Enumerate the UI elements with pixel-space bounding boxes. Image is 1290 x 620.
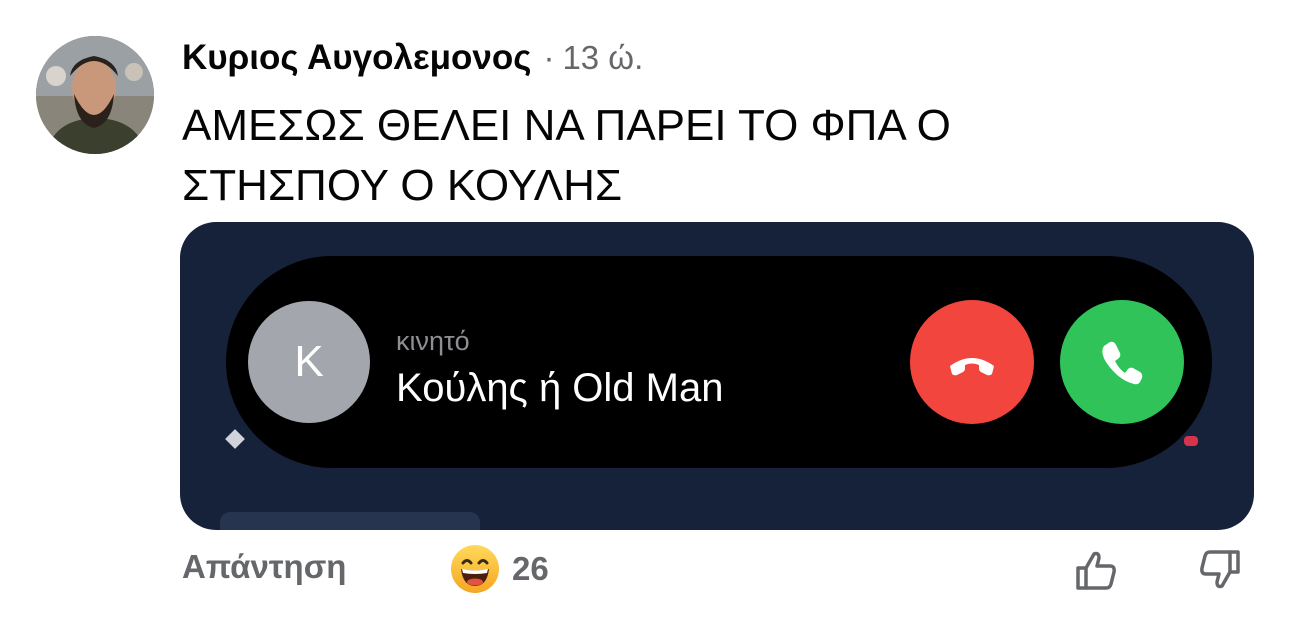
caller-type-label: κινητό	[396, 326, 470, 356]
comment-text-line: ΑΜΕΣΩΣ ΘΕΛΕΙ ΝΑ ΠΑΡΕΙ ΤΟ ΦΠΑ Ο	[182, 101, 951, 150]
upvote-button[interactable]	[1072, 546, 1120, 594]
caller-avatar: K	[248, 301, 370, 423]
comment-header: Κυριος Αυγολεμονος · 13 ώ.	[182, 38, 643, 84]
comment-image[interactable]: K κινητό Κούλης ή Old Man	[180, 222, 1254, 530]
header-separator: ·	[543, 39, 555, 76]
background-shape	[1184, 436, 1198, 446]
reaction-summary[interactable]: 26	[450, 544, 549, 594]
reply-button[interactable]: Απάντηση	[182, 548, 346, 586]
downvote-button[interactable]	[1196, 546, 1244, 594]
comment-actions: Απάντηση 26	[0, 540, 1290, 600]
caller-name: Κούλης ή Old Man	[396, 366, 724, 410]
laughing-face-icon	[451, 545, 499, 593]
decline-call-button	[910, 300, 1034, 424]
author-name[interactable]: Κυριος Αυγολεμονος	[182, 38, 531, 78]
incoming-call-banner: K κινητό Κούλης ή Old Man	[226, 256, 1212, 468]
thumbs-up-icon	[1076, 551, 1116, 590]
caller-initial: K	[294, 337, 324, 386]
accept-call-button	[1060, 300, 1184, 424]
reaction-count: 26	[512, 550, 549, 587]
phone-hangup-icon	[950, 358, 994, 376]
thumbs-down-icon	[1200, 550, 1240, 589]
comment-text: ΑΜΕΣΩΣ ΘΕΛΕΙ ΝΑ ΠΑΡΕΙ ΤΟ ΦΠΑ Ο ΣΤΗΣΠΟΥ Ο…	[182, 96, 1082, 216]
comment-timestamp[interactable]: 13 ώ.	[562, 39, 643, 77]
author-avatar[interactable]	[36, 36, 154, 154]
background-widget	[220, 512, 480, 530]
phone-icon	[1102, 341, 1143, 385]
background-shape	[225, 429, 245, 449]
comment-text-line: ΣΤΗΣΠΟΥ Ο ΚΟΥΛΗΣ	[182, 161, 623, 210]
